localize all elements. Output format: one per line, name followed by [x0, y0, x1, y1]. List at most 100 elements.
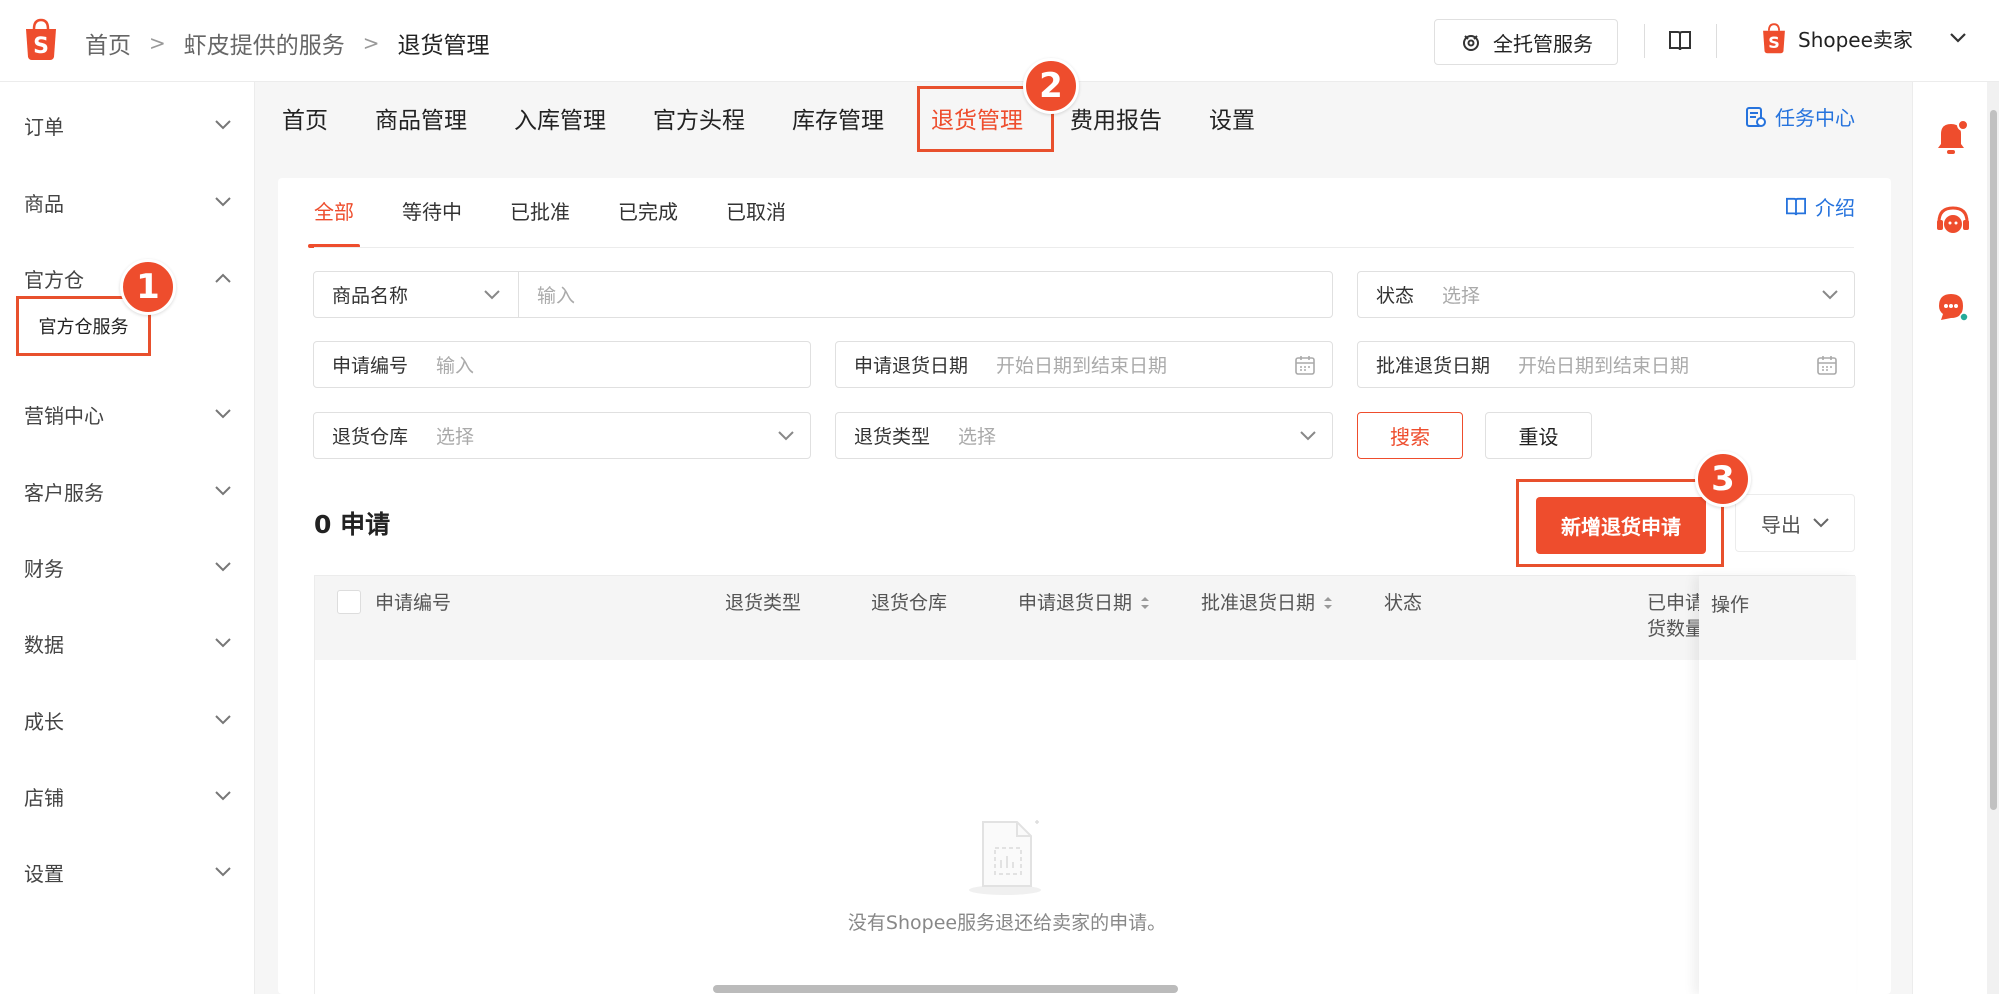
full-service-button[interactable]: 全托管服务 — [1434, 19, 1618, 65]
step-badge-3: 3 — [1695, 451, 1751, 507]
column-return-warehouse: 退货仓库 — [871, 590, 947, 616]
status-select[interactable]: 状态 选择 — [1357, 271, 1855, 318]
shopee-bag-icon: S — [1763, 23, 1785, 54]
notification-bell-icon[interactable] — [1935, 118, 1969, 156]
column-request-number: 申请编号 — [375, 590, 451, 616]
column-label: 申请退货日期 — [1018, 592, 1133, 614]
select-all-checkbox[interactable] — [337, 590, 361, 614]
return-type-placeholder: 选择 — [958, 426, 997, 448]
column-status: 状态 — [1384, 590, 1422, 616]
warehouse-select[interactable]: 退货仓库 选择 — [313, 412, 811, 459]
sidebar-item-settings[interactable]: 设置 — [0, 852, 255, 892]
chevron-down-icon — [215, 791, 231, 801]
step-badge-1: 1 — [120, 259, 176, 315]
return-request-table: 申请编号 退货类型 退货仓库 申请退货日期 批准退货日期 状态 已申请退 货数量… — [314, 575, 1856, 994]
customer-service-icon[interactable] — [1933, 202, 1973, 242]
tab-settings[interactable]: 设置 — [1209, 101, 1279, 135]
calendar-icon — [1295, 355, 1315, 375]
task-list-icon — [1746, 106, 1766, 127]
sidebar-item-label: 客户服务 — [24, 480, 104, 505]
right-rail — [1912, 82, 1987, 994]
request-number-label: 申请编号 — [332, 355, 409, 377]
shopee-logo-icon[interactable]: S — [22, 17, 60, 61]
chevron-down-icon — [215, 562, 231, 572]
request-date-picker[interactable]: 申请退货日期 开始日期到结束日期 — [835, 341, 1333, 388]
tab-inventory-management[interactable]: 库存管理 — [792, 101, 908, 135]
return-type-select[interactable]: 退货类型 选择 — [835, 412, 1333, 459]
empty-document-icon — [969, 820, 1041, 895]
seller-account-menu[interactable]: S Shopee卖家 — [1760, 22, 1967, 54]
subtab-completed[interactable]: 已完成 — [618, 196, 678, 248]
tab-product-management[interactable]: 商品管理 — [375, 101, 491, 135]
chat-icon[interactable] — [1935, 290, 1971, 324]
sidebar-item-finance[interactable]: 财务 — [0, 547, 255, 587]
chevron-down-icon — [215, 867, 231, 877]
sidebar-item-customer-service[interactable]: 客户服务 — [0, 471, 255, 511]
sidebar-item-products[interactable]: 商品 — [0, 182, 255, 222]
book-icon[interactable] — [1668, 30, 1692, 52]
breadcrumb: 首页 > 虾皮提供的服务 > 退货管理 — [85, 26, 490, 60]
breadcrumb-services[interactable]: 虾皮提供的服务 — [184, 26, 345, 60]
subtab-pending[interactable]: 等待中 — [402, 196, 462, 248]
new-return-request-button[interactable]: 新增退货申请 — [1536, 497, 1706, 554]
intro-link[interactable]: 介绍 — [1785, 192, 1855, 221]
approve-date-picker[interactable]: 批准退货日期 开始日期到结束日期 — [1357, 341, 1855, 388]
chevron-down-icon — [215, 120, 231, 130]
empty-state-text: 没有Shopee服务退还给卖家的申请。 — [847, 912, 1167, 934]
column-requested-quantity: 已申请退 货数量 — [1647, 590, 1699, 642]
status-placeholder: 选择 — [1442, 285, 1481, 307]
product-name-dropdown[interactable]: 商品名称 — [314, 281, 408, 308]
vertical-scrollbar-thumb[interactable] — [1990, 110, 1997, 810]
sidebar-item-label: 店铺 — [24, 785, 64, 810]
return-type-label: 退货类型 — [854, 426, 931, 448]
subtab-cancelled[interactable]: 已取消 — [726, 196, 786, 248]
status-tabs: 全部 等待中 已批准 已完成 已取消 — [308, 196, 834, 248]
approve-date-placeholder: 开始日期到结束日期 — [1518, 355, 1690, 377]
chevron-down-icon — [215, 638, 231, 648]
column-label: 退货类型 — [725, 592, 802, 614]
book-icon — [1786, 197, 1806, 215]
request-date-placeholder: 开始日期到结束日期 — [996, 355, 1168, 377]
approve-date-label: 批准退货日期 — [1376, 355, 1491, 377]
table-header: 申请编号 退货类型 退货仓库 申请退货日期 批准退货日期 状态 已申请退 货数量 — [315, 576, 1854, 660]
column-label: 申请编号 — [375, 592, 452, 614]
full-service-label: 全托管服务 — [1493, 31, 1593, 56]
step-badge-2: 2 — [1023, 58, 1079, 114]
warehouse-placeholder: 选择 — [436, 426, 475, 448]
sidebar-item-data[interactable]: 数据 — [0, 623, 255, 663]
product-name-input[interactable]: 输入 — [519, 281, 1332, 308]
sidebar-item-label: 商品 — [24, 191, 64, 216]
column-approve-date[interactable]: 批准退货日期 — [1201, 590, 1333, 616]
top-nav: 首页 商品管理 入库管理 官方头程 库存管理 退货管理 费用报告 设置 — [282, 88, 1302, 148]
subtab-all[interactable]: 全部 — [308, 196, 360, 248]
tab-fee-report[interactable]: 费用报告 — [1070, 101, 1186, 135]
seller-label: Shopee卖家 — [1798, 27, 1913, 52]
warehouse-label: 退货仓库 — [332, 426, 409, 448]
intro-label: 介绍 — [1815, 196, 1855, 220]
sidebar-item-label: 财务 — [24, 556, 64, 581]
header-divider — [1716, 24, 1717, 58]
chevron-down-icon[interactable] — [484, 289, 500, 300]
sidebar-item-orders[interactable]: 订单 — [0, 105, 255, 145]
sidebar-item-growth[interactable]: 成长 — [0, 700, 255, 740]
tab-official-first-leg[interactable]: 官方头程 — [653, 101, 769, 135]
sidebar-item-shop[interactable]: 店铺 — [0, 776, 255, 816]
horizontal-scrollbar[interactable] — [713, 985, 1178, 993]
chevron-down-icon — [1813, 518, 1829, 528]
actions-column: 操作 — [1699, 576, 1856, 994]
sidebar-item-marketing[interactable]: 营销中心 — [0, 394, 255, 434]
column-request-date[interactable]: 申请退货日期 — [1018, 590, 1150, 616]
export-label: 导出 — [1761, 512, 1801, 537]
sort-icon — [1324, 597, 1333, 609]
request-number-field[interactable]: 申请编号 输入 — [313, 341, 811, 388]
tab-home[interactable]: 首页 — [282, 101, 352, 135]
task-center-link[interactable]: 任务中心 — [1745, 102, 1855, 131]
sidebar-item-label: 官方仓 — [24, 267, 84, 292]
subtab-approved[interactable]: 已批准 — [510, 196, 570, 248]
tab-inbound-management[interactable]: 入库管理 — [514, 101, 630, 135]
reset-button[interactable]: 重设 — [1485, 412, 1592, 459]
search-button[interactable]: 搜索 — [1357, 412, 1463, 459]
sort-icon — [1141, 597, 1150, 609]
export-button[interactable]: 导出 — [1735, 494, 1855, 552]
breadcrumb-home[interactable]: 首页 — [85, 26, 131, 60]
